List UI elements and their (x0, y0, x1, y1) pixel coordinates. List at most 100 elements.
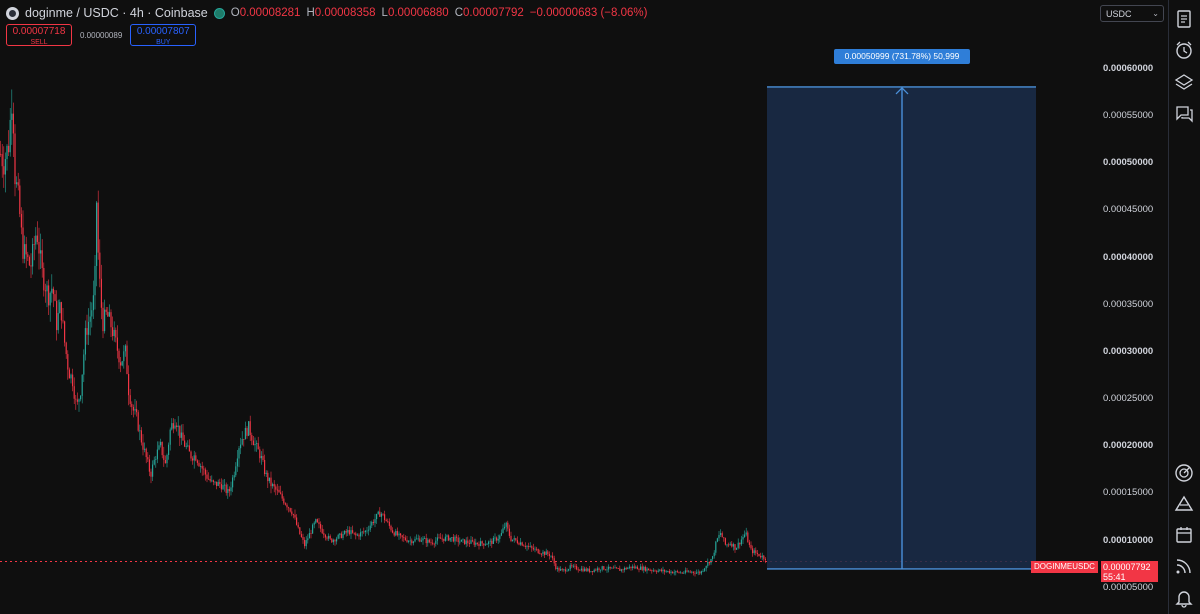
candle-body (108, 312, 110, 317)
candle-body (700, 571, 702, 574)
candle-body (289, 508, 291, 512)
candle-body (25, 244, 27, 255)
candle-body (582, 568, 584, 572)
countdown: 55:41 (1103, 572, 1126, 582)
watchlist-icon[interactable] (1174, 9, 1194, 29)
chart-header: doginme / USDC · 4h · Coinbase O0.000082… (6, 6, 647, 20)
candle-body (688, 571, 690, 573)
candle-body (462, 539, 464, 541)
chat-icon[interactable] (1174, 104, 1194, 124)
candle-body (704, 568, 706, 571)
candle-body (62, 320, 64, 322)
symbol-title[interactable]: doginme / USDC · 4h · Coinbase (25, 6, 208, 20)
change-value: −0.00000683 (−8.06%) (529, 7, 648, 19)
triangle-icon[interactable] (1174, 494, 1194, 514)
candle-body (51, 288, 53, 293)
candle-body (238, 448, 240, 459)
candle-body (161, 441, 163, 456)
candle-body (572, 565, 574, 567)
candle-body (435, 540, 437, 544)
candle-body (67, 354, 69, 370)
candle-body (731, 543, 733, 547)
signal-icon[interactable] (1174, 556, 1194, 576)
candle-body (420, 540, 422, 542)
candle-body (321, 528, 323, 534)
candle-body (595, 569, 597, 571)
layers-icon[interactable] (1174, 72, 1194, 92)
candle-body (270, 477, 272, 487)
calendar-icon[interactable] (1174, 525, 1194, 545)
candle-body (643, 566, 645, 571)
candle-body (500, 532, 502, 536)
candle-body (712, 556, 714, 559)
candle-body (240, 444, 242, 449)
candle-body (326, 537, 328, 539)
candle-body (481, 541, 483, 544)
candle-body (244, 427, 246, 440)
candle-body (113, 329, 115, 337)
candle-body (100, 278, 102, 308)
candle-body (262, 456, 264, 460)
target-icon[interactable] (1174, 463, 1194, 483)
buy-button[interactable]: 0.00007807 BUY (130, 24, 197, 46)
candle-body (449, 537, 451, 541)
sell-label: SELL (30, 39, 48, 46)
candle-body (680, 572, 682, 574)
candle-body (129, 395, 131, 404)
candle-body (347, 530, 349, 533)
candle-body (448, 535, 450, 541)
candle-body (6, 145, 8, 160)
candle-body (30, 265, 32, 267)
candle-body (281, 493, 283, 499)
spread-value: 0.00000089 (80, 30, 123, 40)
high-label: H (306, 7, 315, 19)
candle-body (492, 537, 494, 544)
candle-body (558, 567, 560, 571)
candle-body (216, 481, 218, 486)
candle-body (8, 145, 10, 153)
candle-body (268, 477, 270, 482)
candle-body (628, 566, 630, 568)
candle-body (611, 567, 613, 569)
candle-body (667, 571, 669, 572)
candle-body (68, 369, 70, 379)
candle-body (220, 484, 222, 490)
candle-body (222, 485, 224, 490)
close-value: 0.00007792 (463, 7, 524, 19)
high-value: 0.00008358 (314, 7, 376, 19)
candles-group (0, 89, 766, 577)
candle-body (348, 530, 350, 535)
candle-body (624, 567, 626, 571)
candle-body (304, 539, 306, 547)
sell-button[interactable]: 0.00007718 SELL (6, 24, 72, 46)
candle-body (300, 534, 302, 537)
bell-icon[interactable] (1174, 588, 1194, 608)
candle-body (57, 313, 59, 331)
market-status-icon[interactable] (213, 7, 225, 19)
candle-body (696, 572, 698, 574)
candle-body (324, 534, 326, 538)
candle-body (430, 542, 432, 544)
currency-select[interactable]: USDC ⌄ (1100, 5, 1164, 22)
candle-body (392, 530, 394, 533)
candle-body (419, 538, 421, 542)
candle-body (555, 563, 557, 569)
candle-body (502, 528, 504, 533)
candle-body (99, 252, 101, 279)
candle-body (225, 484, 227, 493)
candle-body (414, 538, 416, 542)
candle-body (523, 545, 525, 547)
candle-body (505, 522, 507, 527)
candle-body (374, 519, 376, 524)
price-tick-label: 0.00025000 (1103, 393, 1154, 405)
candle-body (632, 566, 634, 569)
candle-body (22, 227, 24, 259)
candle-body (400, 533, 402, 536)
candle-body (395, 531, 397, 536)
candle-body (356, 534, 358, 536)
candle-body (267, 472, 269, 482)
price-chart[interactable] (0, 0, 1200, 614)
candle-body (198, 462, 200, 467)
alert-clock-icon[interactable] (1174, 40, 1194, 60)
candle-body (457, 537, 459, 543)
